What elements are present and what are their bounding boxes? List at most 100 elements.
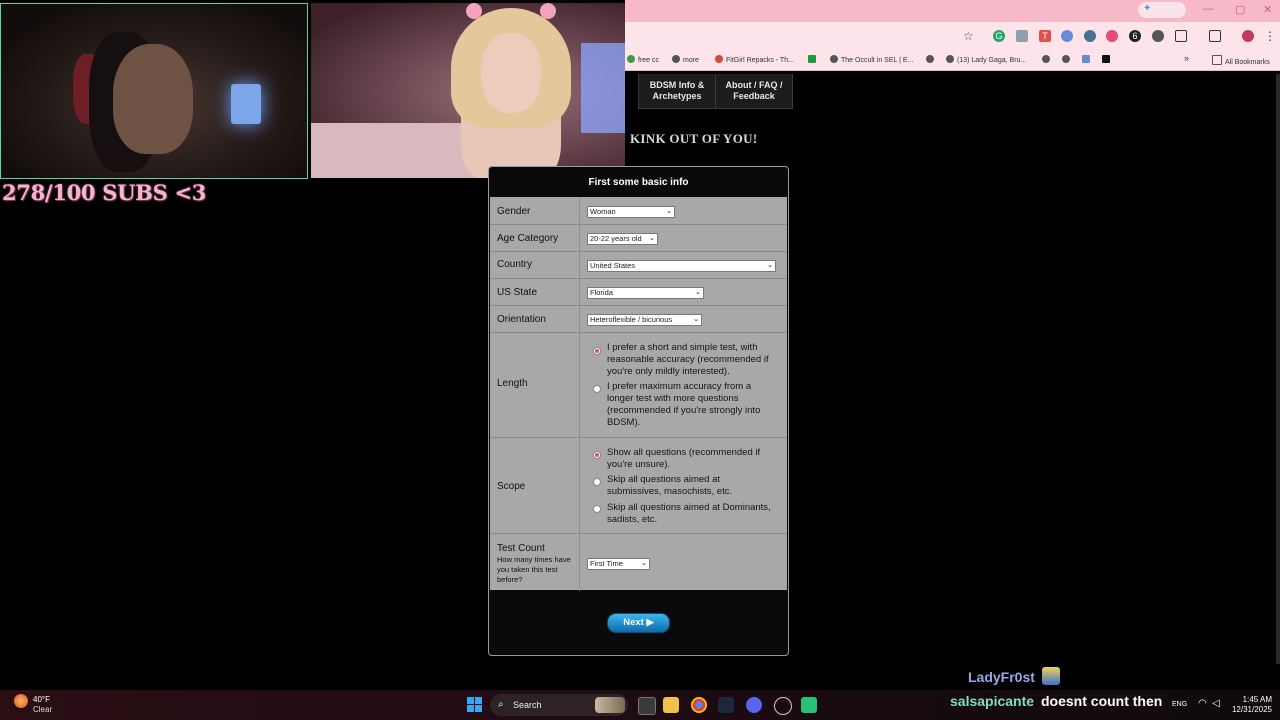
chat-message: doesnt count then [1041, 693, 1163, 709]
scope-all-label[interactable]: Show all questions (recommended if you'r… [607, 447, 777, 471]
scope-label: Scope [497, 481, 526, 492]
orientation-select[interactable]: Heteroflexible / bicurious ⌄ [587, 314, 702, 326]
bookmark-label: The Occult in SEL | E... [841, 57, 914, 64]
sidepanel-icon[interactable] [1209, 30, 1221, 42]
scope-all-radio[interactable] [593, 451, 601, 459]
next-button[interactable]: Next ▶ [607, 613, 670, 633]
age-select[interactable]: 20-22 years old ⌄ [587, 233, 658, 245]
bookmark-item[interactable] [926, 55, 937, 64]
language-indicator[interactable]: ENG [1172, 701, 1187, 708]
orientation-label: Orientation [497, 314, 546, 325]
discord-icon[interactable] [746, 697, 762, 713]
scope-skip-sub-label[interactable]: Skip all questions aimed at submissives,… [607, 474, 777, 498]
basic-info-form: First some basic info Gender Woman ⌄ Age … [488, 166, 789, 656]
bookmark-icon [715, 55, 723, 63]
bookmark-label: more [683, 57, 699, 64]
clock-date[interactable]: 12/31/2025 [1222, 705, 1272, 714]
state-select[interactable]: Florida ⌄ [587, 287, 704, 299]
length-short-radio[interactable] [593, 347, 601, 355]
reader-icon[interactable] [1061, 30, 1073, 42]
bookmark-item[interactable] [808, 55, 819, 64]
chatgpt-icon[interactable] [774, 697, 792, 715]
weather-temperature[interactable]: 40°F [33, 695, 50, 704]
search-icon: ⌕ [498, 699, 504, 710]
privacy-icon[interactable] [1084, 30, 1096, 42]
star-bookmark-icon[interactable]: ☆ [963, 29, 974, 43]
kebab-menu-icon[interactable]: ⋮ [1264, 30, 1276, 42]
bookmark-item[interactable] [1042, 55, 1053, 64]
all-bookmarks-label: All Bookmarks [1225, 59, 1270, 66]
extensions-icon[interactable] [1175, 30, 1187, 42]
scope-skip-sub-radio[interactable] [593, 478, 601, 486]
bookmark-label: free cc [638, 57, 660, 64]
bookmark-item[interactable]: FitGirl Repacks - Th... [715, 55, 794, 64]
chevron-down-icon: ⌄ [641, 560, 647, 567]
test-count-select[interactable]: First Time ⌄ [587, 558, 650, 570]
chat-username: LadyFr0st [968, 669, 1035, 685]
task-view-icon[interactable] [638, 697, 656, 715]
window-maximize-button[interactable]: ▢ [1235, 3, 1245, 16]
weather-sun-icon[interactable] [14, 694, 28, 708]
chevron-down-icon: ⌄ [666, 208, 672, 215]
bookmarks-overflow-button[interactable]: » [1184, 53, 1189, 63]
orientation-value: Heteroflexible / bicurious [590, 315, 673, 324]
bookmark-item[interactable]: free cc [627, 55, 659, 64]
gender-select[interactable]: Woman ⌄ [587, 206, 675, 218]
bookmark-icon [946, 55, 954, 63]
sparkle-icon: ✦ [1143, 3, 1152, 14]
webcam-left [0, 3, 308, 179]
state-value: Florida [590, 288, 613, 297]
chevron-down-icon: ⌄ [649, 235, 655, 242]
adblock-icon[interactable] [1106, 30, 1118, 42]
bookmark-item[interactable] [1102, 55, 1113, 64]
bookmark-icon [1062, 55, 1070, 63]
chat-username: salsapicante [950, 693, 1035, 709]
bookmark-label: FitGirl Repacks - Th... [726, 57, 794, 64]
profile-icon[interactable] [1242, 30, 1254, 42]
country-select[interactable]: United States ⌄ [587, 260, 776, 272]
age-label: Age Category [497, 233, 559, 244]
all-bookmarks-button[interactable]: All Bookmarks [1212, 55, 1270, 66]
taskbar-search-placeholder: Search [513, 700, 542, 710]
country-label: Country [497, 259, 533, 270]
translate-icon[interactable] [1016, 30, 1028, 42]
file-explorer-icon[interactable] [663, 697, 679, 713]
clock-time[interactable]: 1:45 AM [1232, 695, 1272, 704]
length-long-label[interactable]: I prefer maximum accuracy from a longer … [607, 381, 777, 429]
country-value: United States [590, 261, 636, 270]
volume-icon[interactable]: ◁ [1212, 698, 1220, 709]
bookmark-item[interactable] [1062, 55, 1073, 64]
weather-condition[interactable]: Clear [33, 705, 52, 714]
grammarly-icon[interactable]: G [993, 30, 1005, 42]
puzzle-icon[interactable] [1152, 30, 1164, 42]
gemini-pill[interactable]: ✦ [1138, 2, 1186, 18]
steam-icon[interactable] [718, 697, 734, 713]
wifi-icon[interactable]: ◠ [1198, 698, 1207, 709]
window-close-button[interactable]: ✕ [1263, 3, 1272, 16]
length-long-radio[interactable] [593, 385, 601, 393]
bookmark-icon [926, 55, 934, 63]
row-test-count: Test Count How many times have you taken… [490, 533, 787, 591]
row-state: US State Florida ⌄ [490, 278, 787, 305]
window-minimize-button[interactable]: — [1203, 3, 1214, 15]
chrome-icon[interactable] [691, 697, 707, 713]
twitch-icon[interactable] [801, 697, 817, 713]
bookmark-item[interactable]: (13) Lady Gaga, Bru... [946, 55, 1026, 64]
bookmark-item[interactable] [1082, 55, 1093, 64]
nav-about-faq[interactable]: About / FAQ / Feedback [715, 74, 793, 109]
state-label: US State [497, 287, 538, 298]
tp-icon[interactable]: T [1039, 30, 1051, 42]
search-highlight-icon[interactable] [595, 697, 625, 713]
row-gender: Gender Woman ⌄ [490, 197, 787, 223]
bookmark-item[interactable]: more [672, 55, 699, 64]
counter-icon[interactable]: 6 [1129, 30, 1141, 42]
page-scrollbar[interactable] [1276, 74, 1280, 664]
row-scope: Scope Show all questions (recommended if… [490, 437, 787, 533]
start-windows-icon[interactable] [467, 697, 483, 713]
nav-bdsm-info[interactable]: BDSM Info & Archetypes [638, 74, 716, 109]
bookmark-icon [672, 55, 680, 63]
length-short-label[interactable]: I prefer a short and simple test, with r… [607, 342, 777, 378]
bookmark-item[interactable]: The Occult in SEL | E... [830, 55, 913, 64]
scope-skip-dom-label[interactable]: Skip all questions aimed at Dominants, s… [607, 502, 777, 526]
scope-skip-dom-radio[interactable] [593, 505, 601, 513]
